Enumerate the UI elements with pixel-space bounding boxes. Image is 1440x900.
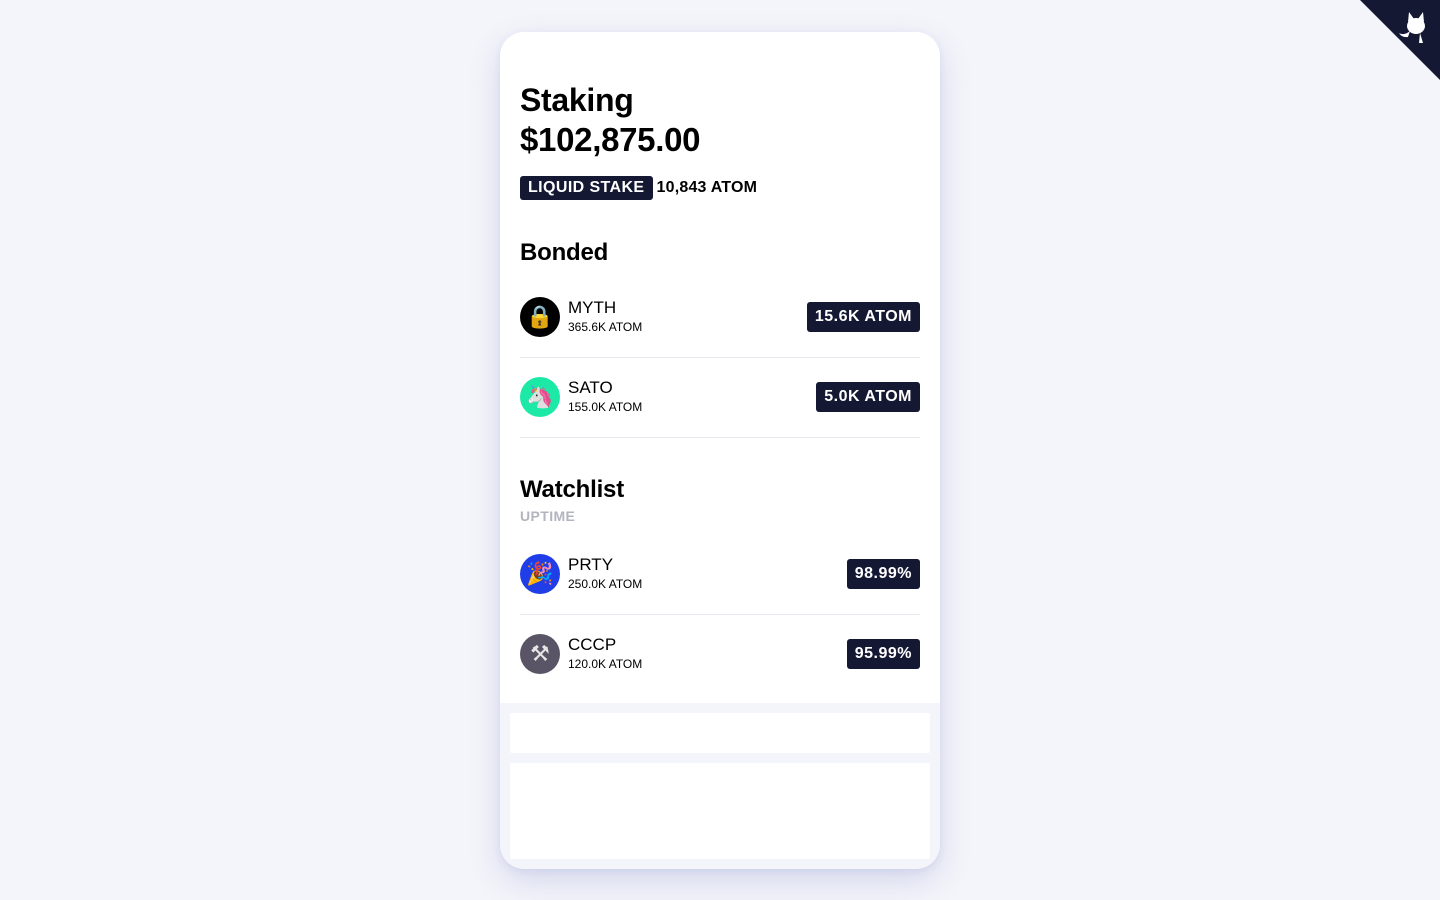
validator-total: 155.0K ATOM [568, 400, 643, 414]
party-popper-icon: 🎉 [520, 554, 560, 594]
liquid-stake-amount: 10,843 ATOM [656, 179, 758, 196]
liquid-stake-badge: LIQUID STAKE [520, 176, 653, 200]
total-value: $102,875.00 [520, 121, 701, 158]
github-corner-icon[interactable] [1360, 0, 1440, 80]
phone-frame: Staking $102,875.00 LIQUID STAKE 10,843 … [500, 32, 940, 869]
bonded-amount-badge: 5.0K ATOM [816, 382, 920, 412]
validator-name: CCCP [568, 635, 617, 654]
validator-name: SATO [568, 378, 613, 397]
uptime-badge: 95.99% [846, 639, 920, 669]
page-title: Staking [520, 82, 634, 118]
validator-name: PRTY [568, 555, 614, 574]
bonded-amount-badge: 15.6K ATOM [806, 302, 920, 332]
watchlist-section-title: Watchlist [520, 476, 624, 503]
validator-total: 250.0K ATOM [568, 577, 643, 591]
watchlist-item-cccp[interactable]: ⚒ CCCP 120.0K ATOM 95.99% [520, 614, 920, 694]
bonded-item-sato[interactable]: 🦄 SATO 155.0K ATOM 5.0K ATOM [520, 357, 920, 438]
staking-panel: Staking $102,875.00 LIQUID STAKE 10,843 … [500, 32, 940, 703]
validator-name: MYTH [568, 298, 617, 317]
hammer-wrench-icon: ⚒ [520, 634, 560, 674]
bonded-item-myth[interactable]: 🔒 MYTH 365.6K ATOM 15.6K ATOM [520, 277, 920, 358]
watchlist-item-prty[interactable]: 🎉 PRTY 250.0K ATOM 98.99% [520, 534, 920, 615]
validator-total: 365.6K ATOM [568, 320, 643, 334]
empty-card-small [510, 713, 930, 753]
liquid-stake-row: LIQUID STAKE 10,843 ATOM [520, 176, 757, 200]
empty-card-large [510, 763, 930, 859]
uptime-badge: 98.99% [846, 559, 920, 589]
validator-total: 120.0K ATOM [568, 657, 643, 671]
bonded-section-title: Bonded [520, 239, 609, 266]
unicorn-icon: 🦄 [520, 377, 560, 417]
lock-icon: 🔒 [520, 297, 560, 337]
watchlist-uptime-label: UPTIME [520, 508, 576, 524]
